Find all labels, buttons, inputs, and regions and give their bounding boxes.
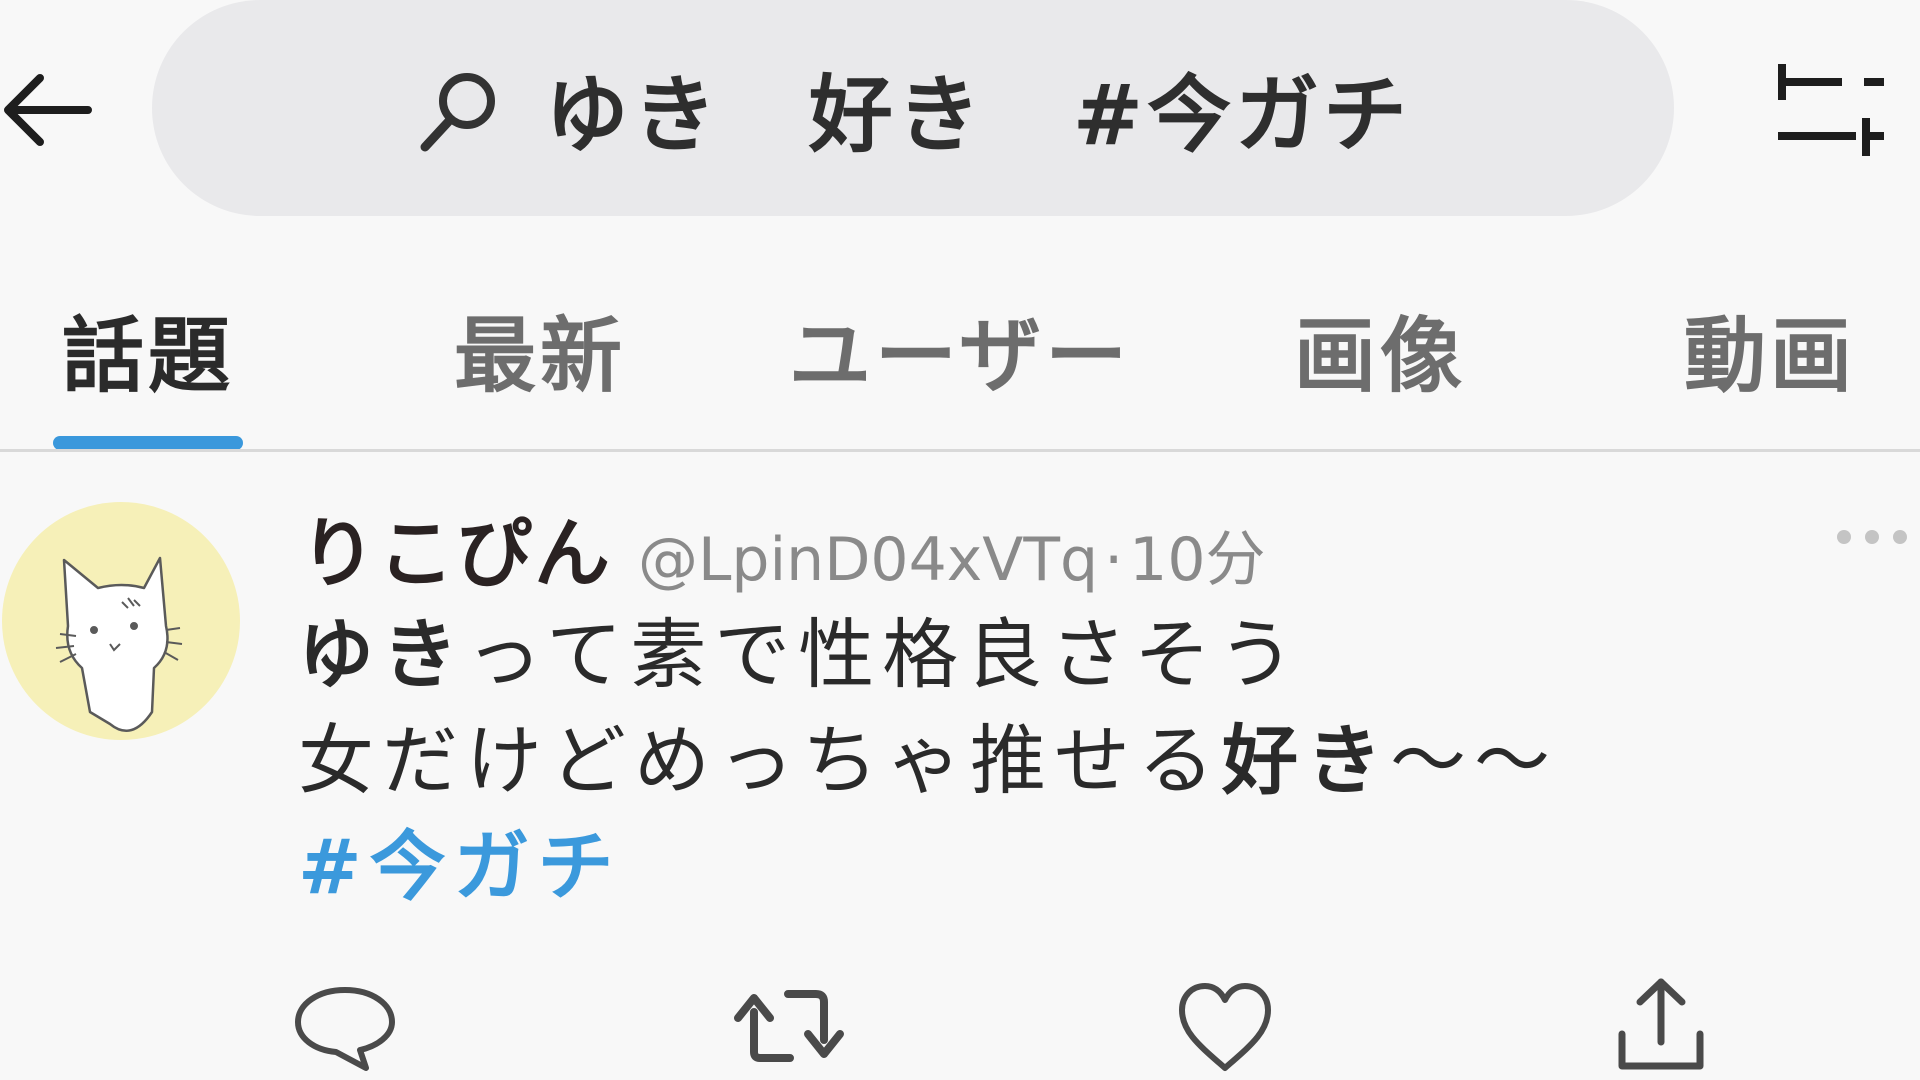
tab-images[interactable]: 画像: [1280, 270, 1480, 450]
display-name[interactable]: りこぴん: [300, 492, 612, 602]
tweet-text: ゆきって素で性格良さそう 女だけどめっちゃ推せる好き〜〜 #今ガチ: [298, 602, 1858, 920]
search-query-text: ゆき 好き #今ガチ: [544, 65, 1412, 164]
tab-label: 動画: [1683, 309, 1856, 404]
highlighted-keyword: ゆき: [298, 610, 466, 699]
search-tabs: 話題 最新 ユーザー 画像 動画: [0, 270, 1920, 450]
user-handle[interactable]: @LpinD04xVTq: [638, 525, 1098, 595]
reply-button[interactable]: [290, 972, 400, 1080]
heart-icon: [1179, 983, 1271, 1071]
tweet-text-segment: 〜〜: [1390, 716, 1558, 805]
hashtag-link[interactable]: #今ガチ: [298, 814, 1858, 920]
tab-trending[interactable]: 話題: [48, 270, 248, 450]
avatar[interactable]: [2, 502, 240, 740]
share-icon: [1618, 978, 1704, 1070]
sliders-icon: [1778, 64, 1884, 156]
more-button[interactable]: [1832, 522, 1912, 552]
separator-dot: ·: [1104, 525, 1124, 595]
search-header: ゆき 好き #今ガチ: [0, 0, 1920, 230]
search-icon: [420, 73, 495, 152]
active-tab-indicator: [53, 436, 243, 450]
tab-latest[interactable]: 最新: [440, 270, 640, 450]
tab-label: 画像: [1293, 309, 1466, 404]
retweet-button[interactable]: [724, 972, 854, 1080]
tweet-line-1: ゆきって素で性格良さそう: [298, 602, 1858, 708]
tab-users[interactable]: ユーザー: [780, 270, 1140, 450]
tweet-text-segment: 女だけどめっちゃ推せる: [298, 716, 1222, 805]
tweet-text-segment: って素で性格良さそう: [466, 610, 1303, 699]
like-button[interactable]: [1170, 972, 1280, 1080]
tweet-item[interactable]: りこぴん @LpinD04xVTq · 10分 ゆきって素で性格良さそう 女だけ…: [0, 452, 1920, 1080]
search-input[interactable]: ゆき 好き #今ガチ: [152, 0, 1674, 216]
filter-button[interactable]: [1768, 52, 1886, 170]
tweet-header: りこぴん @LpinD04xVTq · 10分: [300, 492, 1266, 598]
back-button[interactable]: [0, 62, 96, 158]
arrow-left-icon: [4, 74, 92, 146]
more-horizontal-icon: [1837, 530, 1907, 544]
tweet-actions: [0, 972, 1920, 1080]
comment-icon: [295, 987, 395, 1071]
tab-label: 最新: [453, 309, 626, 404]
timestamp: 10分: [1129, 525, 1266, 595]
retweet-icon: [734, 990, 844, 1062]
cat-avatar-icon: [55, 556, 183, 732]
tab-label: ユーザー: [788, 309, 1132, 404]
share-button[interactable]: [1606, 972, 1716, 1080]
tab-videos[interactable]: 動画: [1670, 270, 1870, 450]
tweet-line-2: 女だけどめっちゃ推せる好き〜〜: [298, 708, 1858, 814]
tab-label: 話題: [61, 309, 234, 404]
highlighted-keyword: 好き: [1222, 716, 1390, 805]
search-results-screen: ゆき 好き #今ガチ 話題 最新 ユーザー 画像 動画 りこぴん @LpinD0…: [0, 0, 1920, 1080]
